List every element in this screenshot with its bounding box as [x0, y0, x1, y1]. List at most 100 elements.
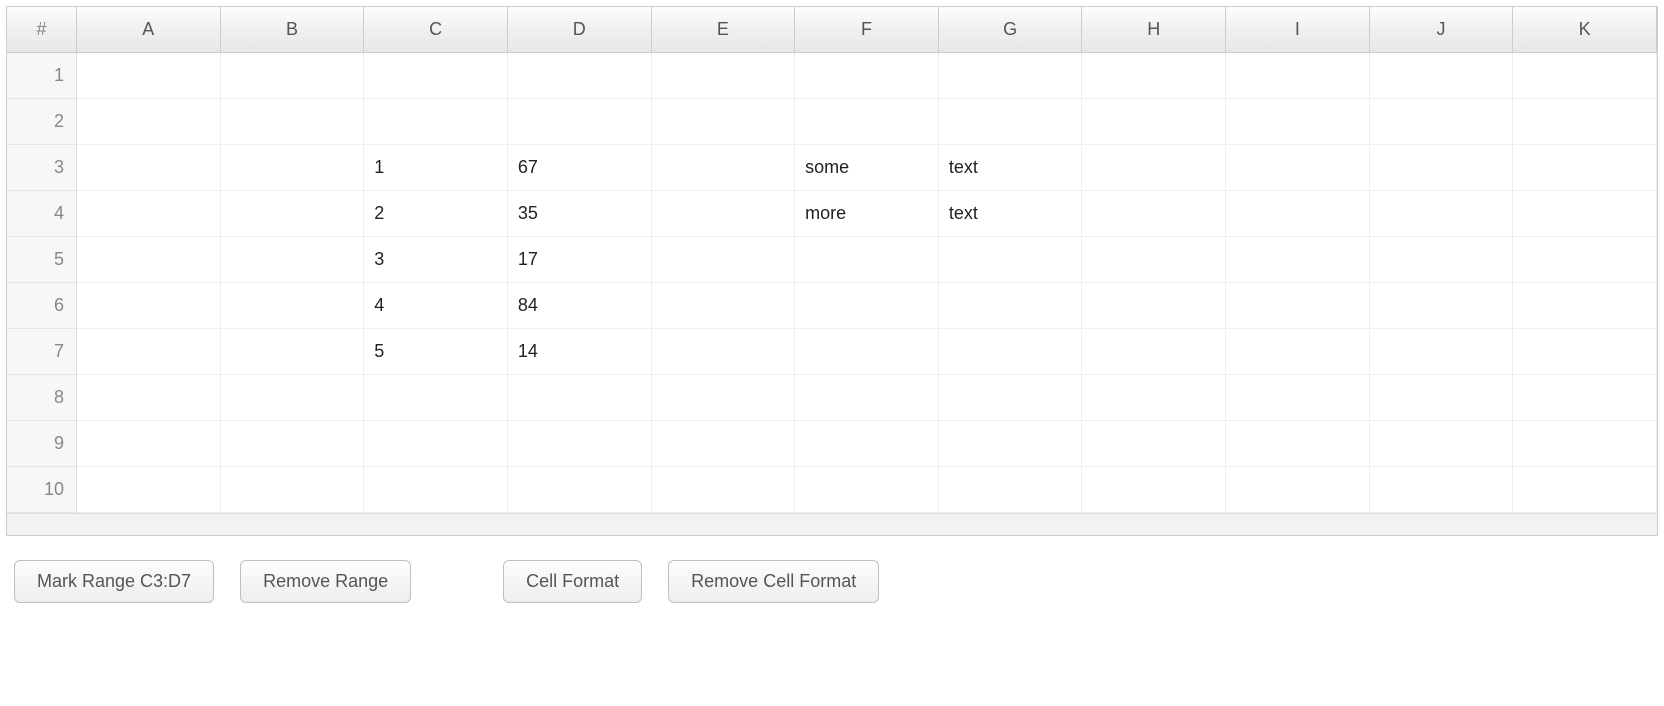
cell-F8[interactable] — [795, 375, 939, 421]
row-header-8[interactable]: 8 — [7, 375, 77, 421]
cell-G10[interactable] — [939, 467, 1083, 513]
cell-B2[interactable] — [221, 99, 365, 145]
cell-I5[interactable] — [1226, 237, 1370, 283]
cell-B5[interactable] — [221, 237, 365, 283]
cell-A10[interactable] — [77, 467, 221, 513]
cell-A9[interactable] — [77, 421, 221, 467]
remove-range-button[interactable]: Remove Range — [240, 560, 411, 603]
cell-C9[interactable] — [364, 421, 508, 467]
cell-D4[interactable]: 35 — [508, 191, 652, 237]
col-header-H[interactable]: H — [1082, 7, 1226, 53]
row-header-2[interactable]: 2 — [7, 99, 77, 145]
cell-A6[interactable] — [77, 283, 221, 329]
cell-D8[interactable] — [508, 375, 652, 421]
cell-J5[interactable] — [1370, 237, 1514, 283]
cell-I4[interactable] — [1226, 191, 1370, 237]
cell-B6[interactable] — [221, 283, 365, 329]
cell-F5[interactable] — [795, 237, 939, 283]
cell-J1[interactable] — [1370, 53, 1514, 99]
cell-C1[interactable] — [364, 53, 508, 99]
cell-C6[interactable]: 4 — [364, 283, 508, 329]
cell-D3[interactable]: 67 — [508, 145, 652, 191]
cell-K6[interactable] — [1513, 283, 1657, 329]
row-header-5[interactable]: 5 — [7, 237, 77, 283]
cell-H9[interactable] — [1082, 421, 1226, 467]
cell-G6[interactable] — [939, 283, 1083, 329]
col-header-G[interactable]: G — [939, 7, 1083, 53]
corner-cell[interactable]: # — [7, 7, 77, 53]
cell-D9[interactable] — [508, 421, 652, 467]
cell-H1[interactable] — [1082, 53, 1226, 99]
cell-format-button[interactable]: Cell Format — [503, 560, 642, 603]
cell-J8[interactable] — [1370, 375, 1514, 421]
col-header-I[interactable]: I — [1226, 7, 1370, 53]
cell-G7[interactable] — [939, 329, 1083, 375]
cell-F6[interactable] — [795, 283, 939, 329]
cell-B10[interactable] — [221, 467, 365, 513]
cell-A1[interactable] — [77, 53, 221, 99]
cell-E6[interactable] — [652, 283, 796, 329]
cell-C10[interactable] — [364, 467, 508, 513]
col-header-A[interactable]: A — [77, 7, 221, 53]
cell-A7[interactable] — [77, 329, 221, 375]
cell-C2[interactable] — [364, 99, 508, 145]
cell-D7[interactable]: 14 — [508, 329, 652, 375]
row-header-6[interactable]: 6 — [7, 283, 77, 329]
cell-J2[interactable] — [1370, 99, 1514, 145]
cell-B9[interactable] — [221, 421, 365, 467]
cell-J6[interactable] — [1370, 283, 1514, 329]
cell-K4[interactable] — [1513, 191, 1657, 237]
cell-I6[interactable] — [1226, 283, 1370, 329]
cell-I3[interactable] — [1226, 145, 1370, 191]
col-header-C[interactable]: C — [364, 7, 508, 53]
cell-K5[interactable] — [1513, 237, 1657, 283]
cell-K2[interactable] — [1513, 99, 1657, 145]
cell-E9[interactable] — [652, 421, 796, 467]
cell-E10[interactable] — [652, 467, 796, 513]
cell-B1[interactable] — [221, 53, 365, 99]
cell-G4[interactable]: text — [939, 191, 1083, 237]
cell-H7[interactable] — [1082, 329, 1226, 375]
mark-range-button[interactable]: Mark Range C3:D7 — [14, 560, 214, 603]
cell-A5[interactable] — [77, 237, 221, 283]
cell-E1[interactable] — [652, 53, 796, 99]
cell-C8[interactable] — [364, 375, 508, 421]
cell-G3[interactable]: text — [939, 145, 1083, 191]
cell-A4[interactable] — [77, 191, 221, 237]
cell-D10[interactable] — [508, 467, 652, 513]
cell-K7[interactable] — [1513, 329, 1657, 375]
row-header-10[interactable]: 10 — [7, 467, 77, 513]
cell-C4[interactable]: 2 — [364, 191, 508, 237]
cell-C7[interactable]: 5 — [364, 329, 508, 375]
row-header-7[interactable]: 7 — [7, 329, 77, 375]
cell-H8[interactable] — [1082, 375, 1226, 421]
cell-I9[interactable] — [1226, 421, 1370, 467]
cell-G2[interactable] — [939, 99, 1083, 145]
cell-E5[interactable] — [652, 237, 796, 283]
cell-A8[interactable] — [77, 375, 221, 421]
cell-I1[interactable] — [1226, 53, 1370, 99]
row-header-1[interactable]: 1 — [7, 53, 77, 99]
cell-H2[interactable] — [1082, 99, 1226, 145]
row-header-4[interactable]: 4 — [7, 191, 77, 237]
cell-E7[interactable] — [652, 329, 796, 375]
cell-G8[interactable] — [939, 375, 1083, 421]
cell-K1[interactable] — [1513, 53, 1657, 99]
cell-A2[interactable] — [77, 99, 221, 145]
cell-E4[interactable] — [652, 191, 796, 237]
cell-E8[interactable] — [652, 375, 796, 421]
cell-F1[interactable] — [795, 53, 939, 99]
cell-I2[interactable] — [1226, 99, 1370, 145]
cell-D6[interactable]: 84 — [508, 283, 652, 329]
row-header-3[interactable]: 3 — [7, 145, 77, 191]
row-header-9[interactable]: 9 — [7, 421, 77, 467]
cell-K3[interactable] — [1513, 145, 1657, 191]
cell-B7[interactable] — [221, 329, 365, 375]
cell-C5[interactable]: 3 — [364, 237, 508, 283]
cell-F3[interactable]: some — [795, 145, 939, 191]
cell-D2[interactable] — [508, 99, 652, 145]
cell-D5[interactable]: 17 — [508, 237, 652, 283]
cell-J7[interactable] — [1370, 329, 1514, 375]
cell-B8[interactable] — [221, 375, 365, 421]
col-header-F[interactable]: F — [795, 7, 939, 53]
